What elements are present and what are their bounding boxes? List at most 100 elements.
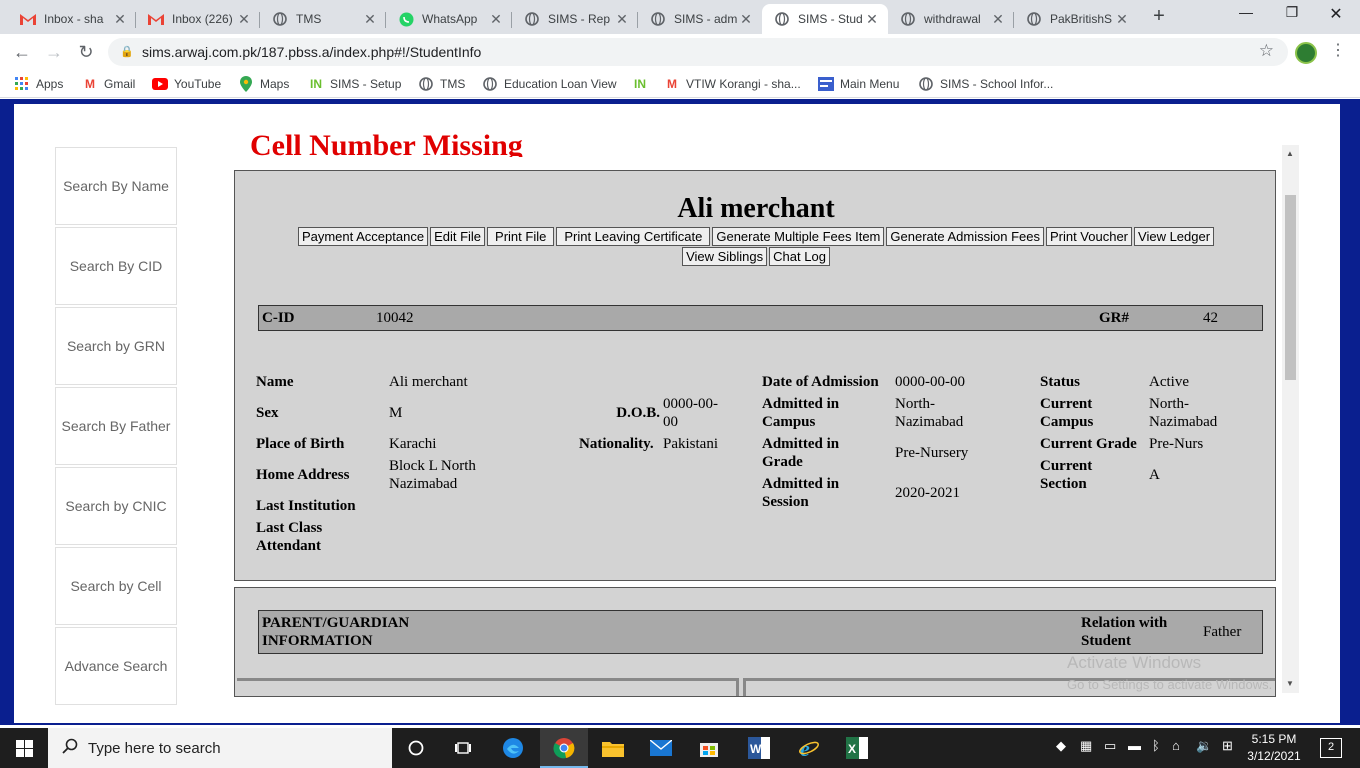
bookmark-sims-school[interactable]: SIMS - School Infor...: [918, 76, 1053, 92]
close-icon[interactable]: ✕: [990, 11, 1006, 28]
generate-admission-fees-button[interactable]: Generate Admission Fees: [886, 227, 1044, 246]
place-of-birth-label: Place of Birth: [256, 436, 345, 452]
close-icon[interactable]: ✕: [614, 11, 630, 28]
scroll-up-icon[interactable]: ▲: [1286, 149, 1294, 158]
admitted-session-label: Admitted in Session: [762, 476, 840, 510]
profile-avatar[interactable]: [1295, 42, 1317, 64]
print-file-button[interactable]: Print File: [487, 227, 555, 246]
bookmark-main-menu[interactable]: Main Menu: [818, 76, 899, 92]
windows-start-icon[interactable]: [0, 728, 48, 768]
minimize-button[interactable]: —: [1226, 4, 1266, 26]
search-by-name-button[interactable]: Search By Name: [55, 147, 177, 225]
view-ledger-button[interactable]: View Ledger: [1134, 227, 1215, 246]
system-clock[interactable]: 5:15 PM 3/12/2021: [1240, 731, 1308, 765]
language-icon[interactable]: ⊞: [1222, 738, 1233, 754]
tab-withdrawal[interactable]: withdrawal ✕: [888, 4, 1014, 34]
bookmark-tms[interactable]: TMS: [418, 76, 465, 92]
tray-network-app-icon[interactable]: ▦: [1080, 738, 1092, 754]
taskbar: Type here to search W e X ◆ ▦ ▭ ▬ ᛒ ⌂ 🔉 …: [0, 728, 1360, 768]
advance-search-button[interactable]: Advance Search: [55, 627, 177, 705]
bookmark-apps[interactable]: Apps: [14, 76, 63, 92]
close-icon[interactable]: ✕: [864, 11, 880, 28]
close-icon[interactable]: ✕: [1114, 11, 1130, 28]
notification-center-icon[interactable]: 2: [1320, 738, 1342, 758]
chrome-taskbar-active[interactable]: [540, 728, 588, 768]
cortana-icon[interactable]: [403, 736, 429, 760]
tab-sims-rep[interactable]: SIMS - Rep ✕: [512, 4, 638, 34]
word-icon[interactable]: W: [746, 736, 772, 760]
volume-icon[interactable]: 🔉: [1196, 738, 1212, 754]
tab-tms[interactable]: TMS ✕: [260, 4, 386, 34]
bookmark-gmail[interactable]: M Gmail: [82, 76, 135, 92]
excel-icon[interactable]: X: [844, 736, 870, 760]
youtube-icon: [152, 76, 168, 92]
new-tab-button[interactable]: +: [1148, 6, 1170, 28]
address-bar[interactable]: 🔒 sims.arwaj.com.pk/187.pbss.a/index.php…: [108, 38, 1288, 66]
tab-pakbritish[interactable]: PakBritishS ✕: [1014, 4, 1138, 34]
chat-log-button[interactable]: Chat Log: [769, 247, 830, 266]
admitted-session-value: 2020-2021: [895, 485, 960, 501]
bookmark-label: Apps: [36, 77, 64, 91]
svg-text:W: W: [750, 742, 762, 756]
globe-icon: [418, 76, 434, 92]
restore-button[interactable]: ❐: [1272, 4, 1312, 26]
tab-sims-adm[interactable]: SIMS - adm ✕: [638, 4, 762, 34]
bookmark-youtube[interactable]: YouTube: [152, 76, 221, 92]
close-icon[interactable]: ✕: [488, 11, 504, 28]
reload-icon[interactable]: ↻: [74, 40, 98, 64]
tray-security-icon[interactable]: ▬: [1128, 738, 1141, 753]
generate-multiple-fees-button[interactable]: Generate Multiple Fees Item: [712, 227, 885, 246]
tab-sims-student[interactable]: SIMS - Stud ✕: [762, 4, 888, 34]
taskbar-search-box[interactable]: Type here to search: [48, 728, 392, 768]
print-voucher-button[interactable]: Print Voucher: [1045, 227, 1133, 246]
back-arrow-icon[interactable]: ←: [10, 40, 34, 64]
current-grade-label: Current Grade: [1040, 436, 1137, 452]
bookmark-sims-setup[interactable]: IN SIMS - Setup: [308, 76, 401, 92]
close-icon[interactable]: ✕: [236, 11, 252, 28]
bookmark-in[interactable]: IN: [632, 76, 654, 92]
payment-acceptance-button[interactable]: Payment Acceptance: [297, 227, 429, 246]
forward-arrow-icon[interactable]: →: [42, 40, 66, 64]
network-icon[interactable]: ⌂: [1172, 738, 1180, 753]
print-leaving-certificate-button[interactable]: Print Leaving Certificate: [556, 227, 711, 246]
current-section-label: Current Section: [1040, 458, 1093, 492]
view-siblings-button[interactable]: View Siblings: [682, 247, 768, 266]
bookmark-label: VTIW Korangi - sha...: [686, 77, 801, 91]
globe-icon: [900, 11, 916, 27]
menu-kebab-icon[interactable]: ⋮: [1330, 40, 1346, 60]
last-institution-label: Last Institution: [256, 498, 356, 514]
page-scrollbar[interactable]: ▲ ▼: [1282, 145, 1299, 693]
bookmark-education-loan[interactable]: Education Loan View: [482, 76, 617, 92]
edge-icon[interactable]: [500, 736, 526, 760]
search-by-cid-button[interactable]: Search By CID: [55, 227, 177, 305]
mail-icon[interactable]: [648, 736, 674, 760]
file-explorer-icon[interactable]: [600, 736, 626, 760]
close-icon[interactable]: ✕: [362, 11, 378, 28]
tab-inbox-1[interactable]: Inbox - sha ✕: [8, 4, 136, 34]
task-view-icon[interactable]: [450, 736, 476, 760]
tray-display-icon[interactable]: ▭: [1104, 738, 1116, 754]
notification-count: 2: [1327, 741, 1335, 753]
close-window-button[interactable]: ✕: [1316, 4, 1356, 26]
bookmark-maps[interactable]: Maps: [238, 76, 289, 92]
gr-value: 42: [1203, 310, 1218, 326]
scrollbar-thumb[interactable]: [1285, 195, 1296, 380]
search-by-grn-button[interactable]: Search by GRN: [55, 307, 177, 385]
store-icon[interactable]: [696, 736, 722, 760]
tab-whatsapp[interactable]: WhatsApp ✕: [386, 4, 512, 34]
search-by-father-button[interactable]: Search By Father: [55, 387, 177, 465]
close-icon[interactable]: ✕: [112, 11, 128, 28]
edit-file-button[interactable]: Edit File: [430, 227, 486, 246]
search-by-cell-button[interactable]: Search by Cell: [55, 547, 177, 625]
admitted-grade-value: Pre-Nursery: [895, 445, 969, 461]
close-icon[interactable]: ✕: [738, 11, 754, 28]
search-by-cnic-button[interactable]: Search by CNIC: [55, 467, 177, 545]
bookmark-star-icon[interactable]: ☆: [1259, 41, 1274, 61]
tray-app-icon[interactable]: ◆: [1056, 738, 1066, 754]
browser-toolbar: ← → ↻ 🔒 sims.arwaj.com.pk/187.pbss.a/ind…: [0, 34, 1360, 70]
tab-inbox-2[interactable]: Inbox (226) ✕: [136, 4, 260, 34]
bookmark-vtiw[interactable]: M VTIW Korangi - sha...: [664, 76, 801, 92]
scroll-down-icon[interactable]: ▼: [1286, 679, 1294, 688]
bluetooth-icon[interactable]: ᛒ: [1152, 738, 1160, 753]
internet-explorer-icon[interactable]: e: [796, 736, 822, 760]
